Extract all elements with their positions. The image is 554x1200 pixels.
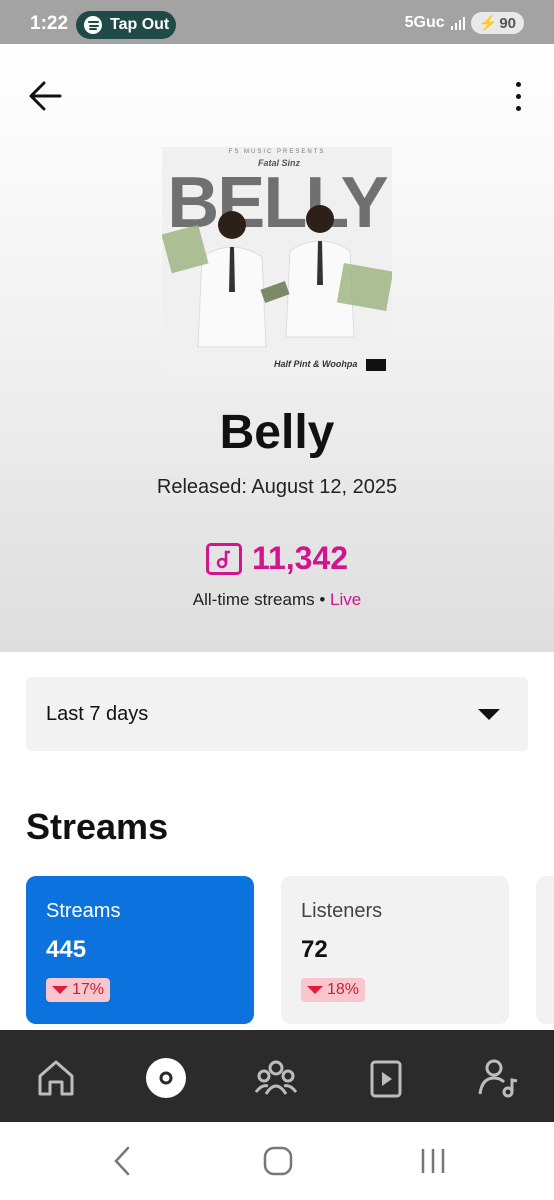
audience-icon: [254, 1060, 298, 1095]
system-back-button[interactable]: [106, 1144, 140, 1178]
change-value: 17%: [72, 981, 105, 998]
now-playing-label: Tap Out: [110, 16, 170, 33]
listeners-card[interactable]: Listeners 72 18%: [281, 876, 509, 1024]
trend-down-icon: [307, 986, 323, 994]
parental-advisory-icon: [366, 359, 386, 371]
video-icon: [370, 1060, 402, 1098]
date-range-value: Last 7 days: [46, 703, 149, 725]
now-playing-pill[interactable]: Tap Out: [76, 11, 176, 39]
cover-artwork: [162, 205, 392, 348]
system-home-button[interactable]: [261, 1144, 295, 1178]
network-type: 5Guc: [404, 14, 445, 31]
streams-card[interactable]: Streams 445 17%: [26, 876, 254, 1024]
more-options-button[interactable]: [510, 76, 526, 116]
album-cover: FS MUSIC PRESENTS Fatal Sinz BELLY Half …: [162, 147, 392, 377]
spotify-icon: [84, 16, 102, 34]
nav-home[interactable]: [32, 1054, 80, 1102]
back-button[interactable]: [24, 74, 68, 118]
music-disc-icon: [146, 1058, 186, 1098]
nav-video[interactable]: [362, 1054, 410, 1102]
card-label: Listeners: [301, 900, 383, 922]
arrow-left-icon: [29, 81, 62, 111]
recents-icon: [421, 1149, 445, 1173]
date-range-select[interactable]: Last 7 days: [26, 677, 528, 751]
card-value: 445: [46, 936, 87, 963]
battery-indicator: ⚡ 90: [470, 12, 524, 34]
music-note-icon: [205, 542, 242, 575]
change-badge: 17%: [46, 978, 111, 1002]
status-time: 1:22: [30, 13, 69, 34]
alltime-label: All-time streams •: [192, 590, 326, 609]
alltime-streams: 11,342: [0, 540, 554, 577]
next-stat-card[interactable]: [536, 876, 554, 1024]
nav-music[interactable]: [142, 1054, 190, 1102]
status-indicators: 5Guc ⚡ 90: [405, 12, 524, 34]
change-value: 18%: [327, 981, 360, 998]
nav-audience[interactable]: [252, 1054, 300, 1102]
change-badge: 18%: [301, 978, 366, 1002]
status-bar: 1:22 Tap Out 5Guc ⚡ 90: [0, 0, 554, 44]
signal-icon: [450, 16, 465, 30]
nav-profile[interactable]: [474, 1054, 522, 1102]
profile-music-icon: [478, 1059, 518, 1098]
home-square-icon: [263, 1146, 293, 1176]
live-label: Live: [330, 590, 362, 609]
cover-artists: Half Pint & Woohpa: [274, 359, 358, 369]
alltime-stream-count: 11,342: [251, 540, 349, 576]
chevron-down-icon: [478, 709, 500, 720]
album-title: Belly: [219, 406, 335, 459]
trend-down-icon: [52, 986, 68, 994]
card-value: 72: [301, 936, 328, 963]
battery-charging-icon: ⚡: [478, 15, 498, 32]
system-recents-button[interactable]: [416, 1144, 450, 1178]
system-navigation: [0, 1122, 554, 1200]
card-label: Streams: [46, 900, 121, 922]
home-icon: [38, 1060, 74, 1096]
battery-level: 90: [499, 14, 516, 32]
more-vertical-icon: [515, 81, 521, 87]
streams-section-title: Streams: [26, 806, 169, 847]
alltime-caption: All-time streams • Live: [0, 590, 554, 610]
chevron-left-icon: [114, 1146, 130, 1176]
release-date: Released: August 12, 2025: [156, 476, 398, 498]
bottom-navigation: [0, 1030, 554, 1122]
